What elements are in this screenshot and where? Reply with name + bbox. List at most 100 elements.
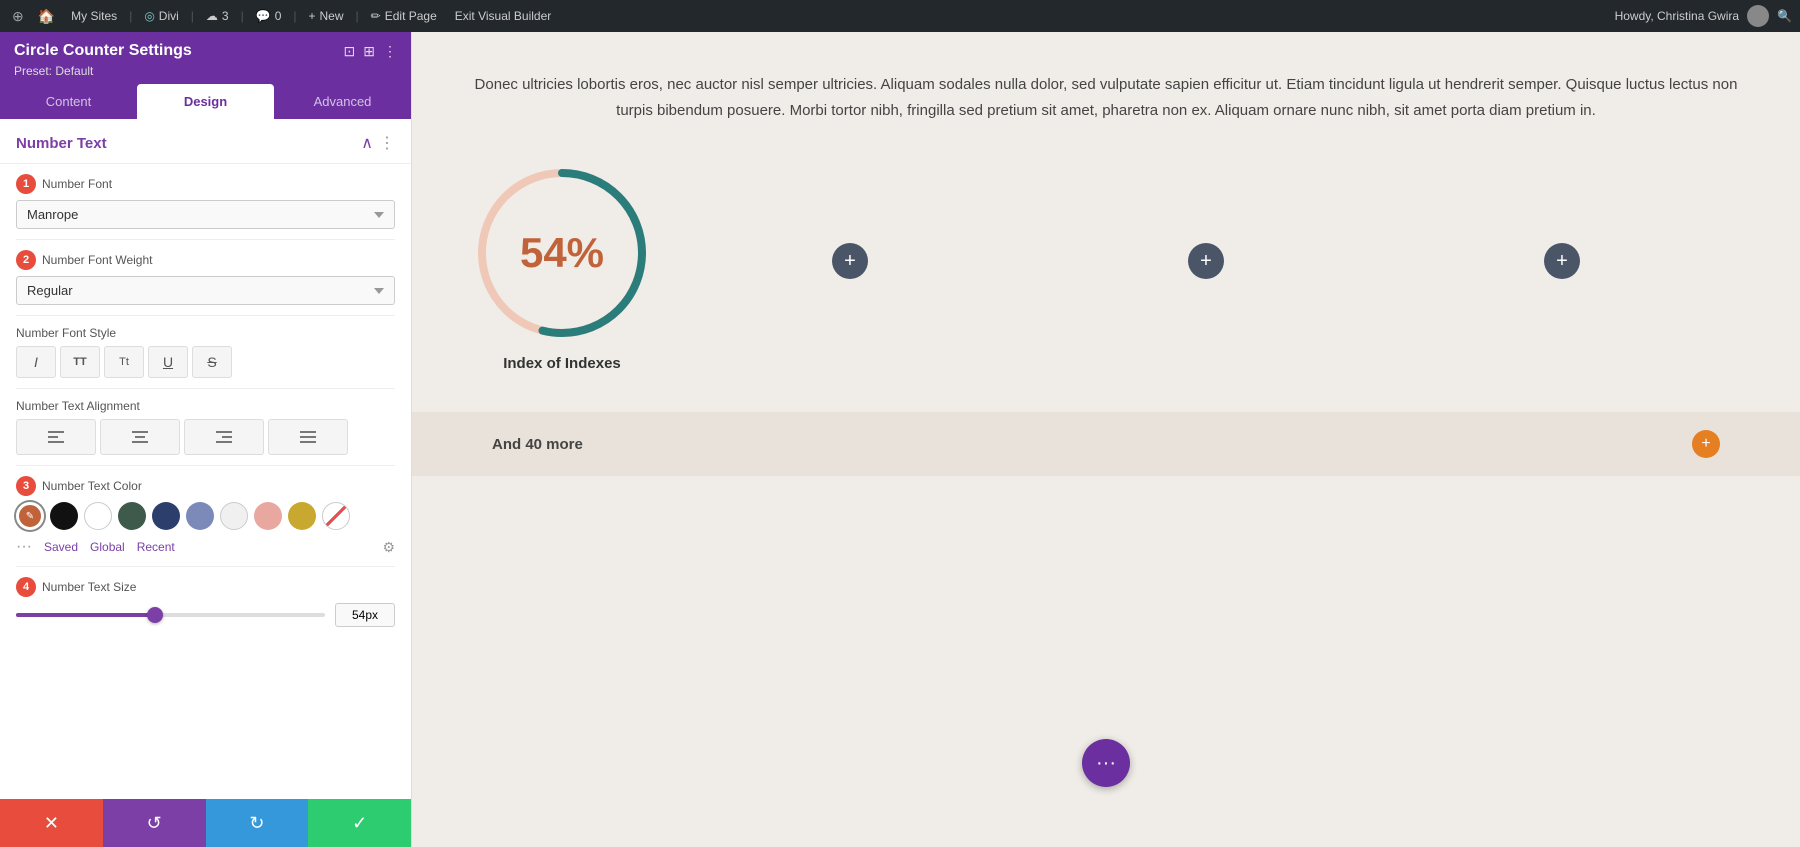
more-text: And 40 more: [492, 436, 583, 453]
color-swatch-navy[interactable]: [152, 502, 180, 530]
step-1-badge: 1: [16, 174, 36, 194]
align-center-btn[interactable]: [100, 419, 180, 455]
section-title: Number Text: [16, 135, 107, 152]
canvas-content: Donec ultricies lobortis eros, nec aucto…: [412, 32, 1800, 847]
color-swatch-white[interactable]: [84, 502, 112, 530]
separator-4: |: [293, 9, 296, 23]
new-menu[interactable]: + New: [303, 0, 350, 32]
section-title-text: Number Text: [16, 135, 107, 152]
number-font-style-label: Number Font Style: [16, 326, 395, 340]
italic-btn[interactable]: I: [16, 346, 56, 378]
exit-builder-btn[interactable]: Exit Visual Builder: [449, 0, 558, 32]
panel-title-row: Circle Counter Settings ⊡ ⊞ ⋮: [14, 42, 397, 60]
fab-icon: ···: [1096, 752, 1116, 775]
capitalize-btn[interactable]: Tt: [104, 346, 144, 378]
panel-footer: ✕ ↺ ↻ ✓: [0, 799, 411, 847]
uppercase-btn[interactable]: TT: [60, 346, 100, 378]
number-font-row: 1 Number Font Manrope: [0, 164, 411, 239]
number-font-weight-select[interactable]: Regular: [16, 276, 395, 305]
text-size-slider-track[interactable]: [16, 613, 325, 617]
edit-page-label: Edit Page: [385, 9, 437, 23]
divi-icon: ◎: [144, 9, 154, 23]
wordpress-icon[interactable]: ⊕: [8, 8, 28, 25]
color-gear-icon[interactable]: ⚙: [382, 539, 395, 556]
tab-advanced[interactable]: Advanced: [274, 84, 411, 119]
new-label: New: [320, 9, 344, 23]
text-size-input[interactable]: [335, 603, 395, 627]
number-text-section-header: Number Text ∧ ⋮: [0, 119, 411, 164]
color-swatch-slate[interactable]: [186, 502, 214, 530]
add-column-btn-3[interactable]: +: [1544, 243, 1580, 279]
saved-link[interactable]: Saved: [44, 540, 78, 554]
divi-label: Divi: [159, 9, 179, 23]
user-greeting: Howdy, Christina Gwira: [1615, 9, 1739, 23]
cloud-icon: ☁: [206, 9, 218, 23]
circle-section: 54% Index of Indexes + + +: [472, 163, 1740, 372]
divi-menu[interactable]: ◎ Divi: [138, 0, 184, 32]
panel-header-icons: ⊡ ⊞ ⋮: [344, 43, 397, 60]
edit-page-btn[interactable]: ✏ Edit Page: [365, 0, 443, 32]
pencil-icon: ✏: [371, 9, 381, 23]
comments-menu[interactable]: ☁ 3: [200, 0, 235, 32]
plus-icon: +: [309, 9, 316, 23]
color-swatch-pink[interactable]: [254, 502, 282, 530]
save-button[interactable]: ✓: [308, 799, 411, 847]
comment-bubble-menu[interactable]: 💬 0: [250, 0, 288, 32]
panel-title: Circle Counter Settings: [14, 42, 192, 60]
color-more-icon[interactable]: ···: [16, 538, 32, 556]
align-buttons: [16, 419, 395, 455]
number-font-style-row: Number Font Style I TT Tt U S: [0, 316, 411, 388]
underline-btn[interactable]: U: [148, 346, 188, 378]
align-right-btn[interactable]: [184, 419, 264, 455]
circle-title: Index of Indexes: [503, 355, 621, 372]
more-add-button[interactable]: +: [1692, 430, 1720, 458]
color-swatch-none[interactable]: [322, 502, 350, 530]
style-buttons: I TT Tt U S: [16, 346, 395, 378]
add-columns-area: + + +: [672, 163, 1740, 279]
my-sites-menu[interactable]: My Sites: [65, 0, 123, 32]
global-link[interactable]: Global: [90, 540, 125, 554]
top-bar-right: Howdy, Christina Gwira 🔍: [1615, 5, 1792, 27]
number-font-label: 1 Number Font: [16, 174, 395, 194]
color-swatch-light-gray[interactable]: [220, 502, 248, 530]
strikethrough-btn[interactable]: S: [192, 346, 232, 378]
slider-thumb[interactable]: [147, 607, 163, 623]
number-font-select[interactable]: Manrope: [16, 200, 395, 229]
panel-preset[interactable]: Preset: Default: [14, 64, 397, 78]
redo-button[interactable]: ↻: [206, 799, 309, 847]
tab-content[interactable]: Content: [0, 84, 137, 119]
color-swatch-gold[interactable]: [288, 502, 316, 530]
align-justify-btn[interactable]: [268, 419, 348, 455]
align-left-btn[interactable]: [16, 419, 96, 455]
panel-header: Circle Counter Settings ⊡ ⊞ ⋮ Preset: De…: [0, 32, 411, 84]
separator-1: |: [129, 9, 132, 23]
window-icon[interactable]: ⊡: [344, 43, 356, 60]
bubble-icon: 💬: [256, 9, 271, 23]
section-options-icon[interactable]: ⋮: [379, 133, 395, 153]
kebab-icon[interactable]: ⋮: [383, 43, 397, 60]
recent-link[interactable]: Recent: [137, 540, 175, 554]
circle-counter[interactable]: 54% Index of Indexes: [472, 163, 652, 372]
avatar[interactable]: [1747, 5, 1769, 27]
number-text-color-label: 3 Number Text Color: [16, 476, 395, 496]
number-text-size-label: 4 Number Text Size: [16, 577, 395, 597]
undo-button[interactable]: ↺: [103, 799, 206, 847]
step-2-badge: 2: [16, 250, 36, 270]
circle-wrapper: 54%: [472, 163, 652, 343]
search-icon[interactable]: 🔍: [1777, 9, 1792, 23]
fab-button[interactable]: ···: [1082, 739, 1130, 787]
home-icon[interactable]: 🏠: [34, 8, 59, 25]
add-column-btn-1[interactable]: +: [832, 243, 868, 279]
add-column-btn-2[interactable]: +: [1188, 243, 1224, 279]
bubble-count: 0: [275, 9, 282, 23]
cancel-icon: ✕: [44, 813, 59, 834]
color-swatch-black[interactable]: [50, 502, 78, 530]
tab-design[interactable]: Design: [137, 84, 274, 119]
color-swatch-burnt-orange[interactable]: ✎: [16, 502, 44, 530]
panel-content: Number Text ∧ ⋮ 1 Number Font Manrope: [0, 119, 411, 799]
layout-icon[interactable]: ⊞: [363, 43, 375, 60]
collapse-icon[interactable]: ∧: [361, 133, 373, 153]
paragraph-text: Donec ultricies lobortis eros, nec aucto…: [472, 72, 1740, 123]
cancel-button[interactable]: ✕: [0, 799, 103, 847]
color-swatch-dark-green[interactable]: [118, 502, 146, 530]
